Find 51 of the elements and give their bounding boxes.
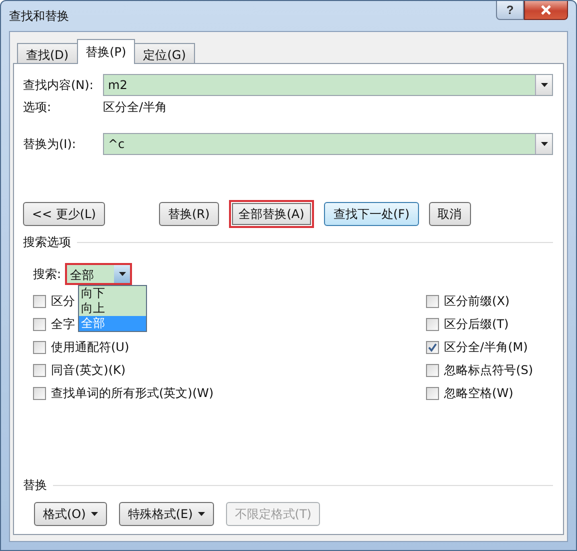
dialog-button[interactable]: 替换(R) <box>158 202 219 226</box>
section-title: 搜索选项 <box>23 234 71 251</box>
caret-icon <box>90 512 98 516</box>
dropdown-option[interactable]: 向下 <box>79 286 146 301</box>
checkbox[interactable] <box>426 387 440 400</box>
checkbox-label: 全字 <box>51 316 75 333</box>
format-button[interactable]: 格式(O) <box>34 502 107 526</box>
dialog-button[interactable]: << 更少(L) <box>23 202 105 226</box>
section-title: 替换 <box>23 477 47 494</box>
find-field[interactable]: m2 <box>103 74 553 96</box>
checkbox[interactable] <box>426 318 440 331</box>
checkbox[interactable] <box>33 295 46 308</box>
caret-icon <box>198 512 205 516</box>
search-direction-dropdown[interactable]: 全部 <box>65 263 132 285</box>
close-button[interactable] <box>524 1 568 20</box>
checkbox-label: 忽略标点符号(S) <box>444 362 533 379</box>
checkbox[interactable] <box>33 387 46 400</box>
checkbox-label: 区分 <box>51 293 75 310</box>
dialog-button[interactable]: 查找下一处(F) <box>324 202 419 226</box>
checkbox[interactable] <box>426 364 440 377</box>
tab[interactable]: 替换(P) <box>76 39 136 64</box>
caret-icon <box>118 272 126 276</box>
dropdown-arrow-icon <box>540 83 548 87</box>
checkbox-label: 忽略空格(W) <box>444 385 514 402</box>
window-title: 查找和替换 <box>9 8 70 25</box>
checkbox-label: 区分全/半角(M) <box>444 339 528 356</box>
checkbox-label: 查找单词的所有形式(英文)(W) <box>51 385 214 402</box>
options-value: 区分全/半角 <box>103 98 168 116</box>
format-button[interactable]: 特殊格式(E) <box>118 502 214 526</box>
checkbox[interactable] <box>33 318 46 331</box>
field-label: 查找内容(N): <box>23 76 94 94</box>
checkbox-label: 使用通配符(U) <box>51 339 130 356</box>
dropdown-option[interactable]: 向上 <box>79 301 146 316</box>
tab[interactable]: 查找(D) <box>17 43 78 64</box>
dialog-button[interactable]: 取消 <box>428 202 471 226</box>
checkbox[interactable] <box>426 295 440 308</box>
checkbox-label: 区分后缀(T) <box>444 316 509 333</box>
checkbox-label: 同音(英文)(K) <box>51 362 126 379</box>
checkbox[interactable] <box>33 364 46 377</box>
tab[interactable]: 定位(G) <box>134 43 195 64</box>
field-label: 替换为(I): <box>23 136 77 152</box>
help-button[interactable]: ? <box>496 1 524 20</box>
search-label: 搜索: <box>33 266 62 282</box>
replace-field[interactable]: ^c <box>103 133 553 155</box>
close-icon <box>540 5 552 15</box>
checkbox-label: 区分前缀(X) <box>444 293 510 310</box>
dropdown-arrow-icon <box>540 142 548 146</box>
checkbox[interactable] <box>33 341 46 354</box>
options-label: 选项: <box>23 98 52 116</box>
checkbox[interactable] <box>426 341 440 354</box>
dialog-button[interactable]: 全部替换(A) <box>228 200 314 228</box>
